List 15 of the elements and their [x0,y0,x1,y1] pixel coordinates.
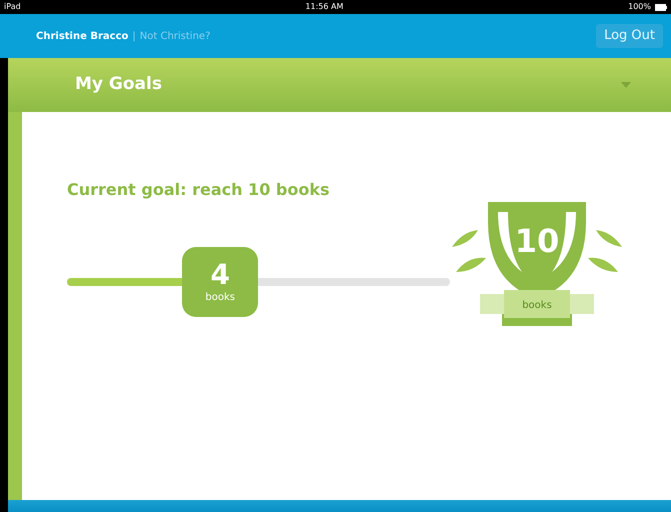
user-name: Christine Bracco [36,30,128,44]
switch-user-link[interactable]: Not Christine? [140,28,210,44]
trophy-unit: books [522,300,552,311]
device-label: iPad [4,1,21,13]
clock-time: 11:56 AM [305,1,344,13]
separator: | [132,30,136,44]
battery-icon [655,4,667,10]
trophy-count: 10 [514,222,560,260]
caret-icon[interactable] [621,82,631,88]
goal-text: Current goal: reach 10 books [67,179,330,201]
battery-percent: 100% [628,1,651,13]
logout-button[interactable]: Log Out [596,24,663,48]
book-unit: books [205,293,235,303]
section-title: My Goals [75,73,162,96]
book-count: 4 [210,261,230,289]
